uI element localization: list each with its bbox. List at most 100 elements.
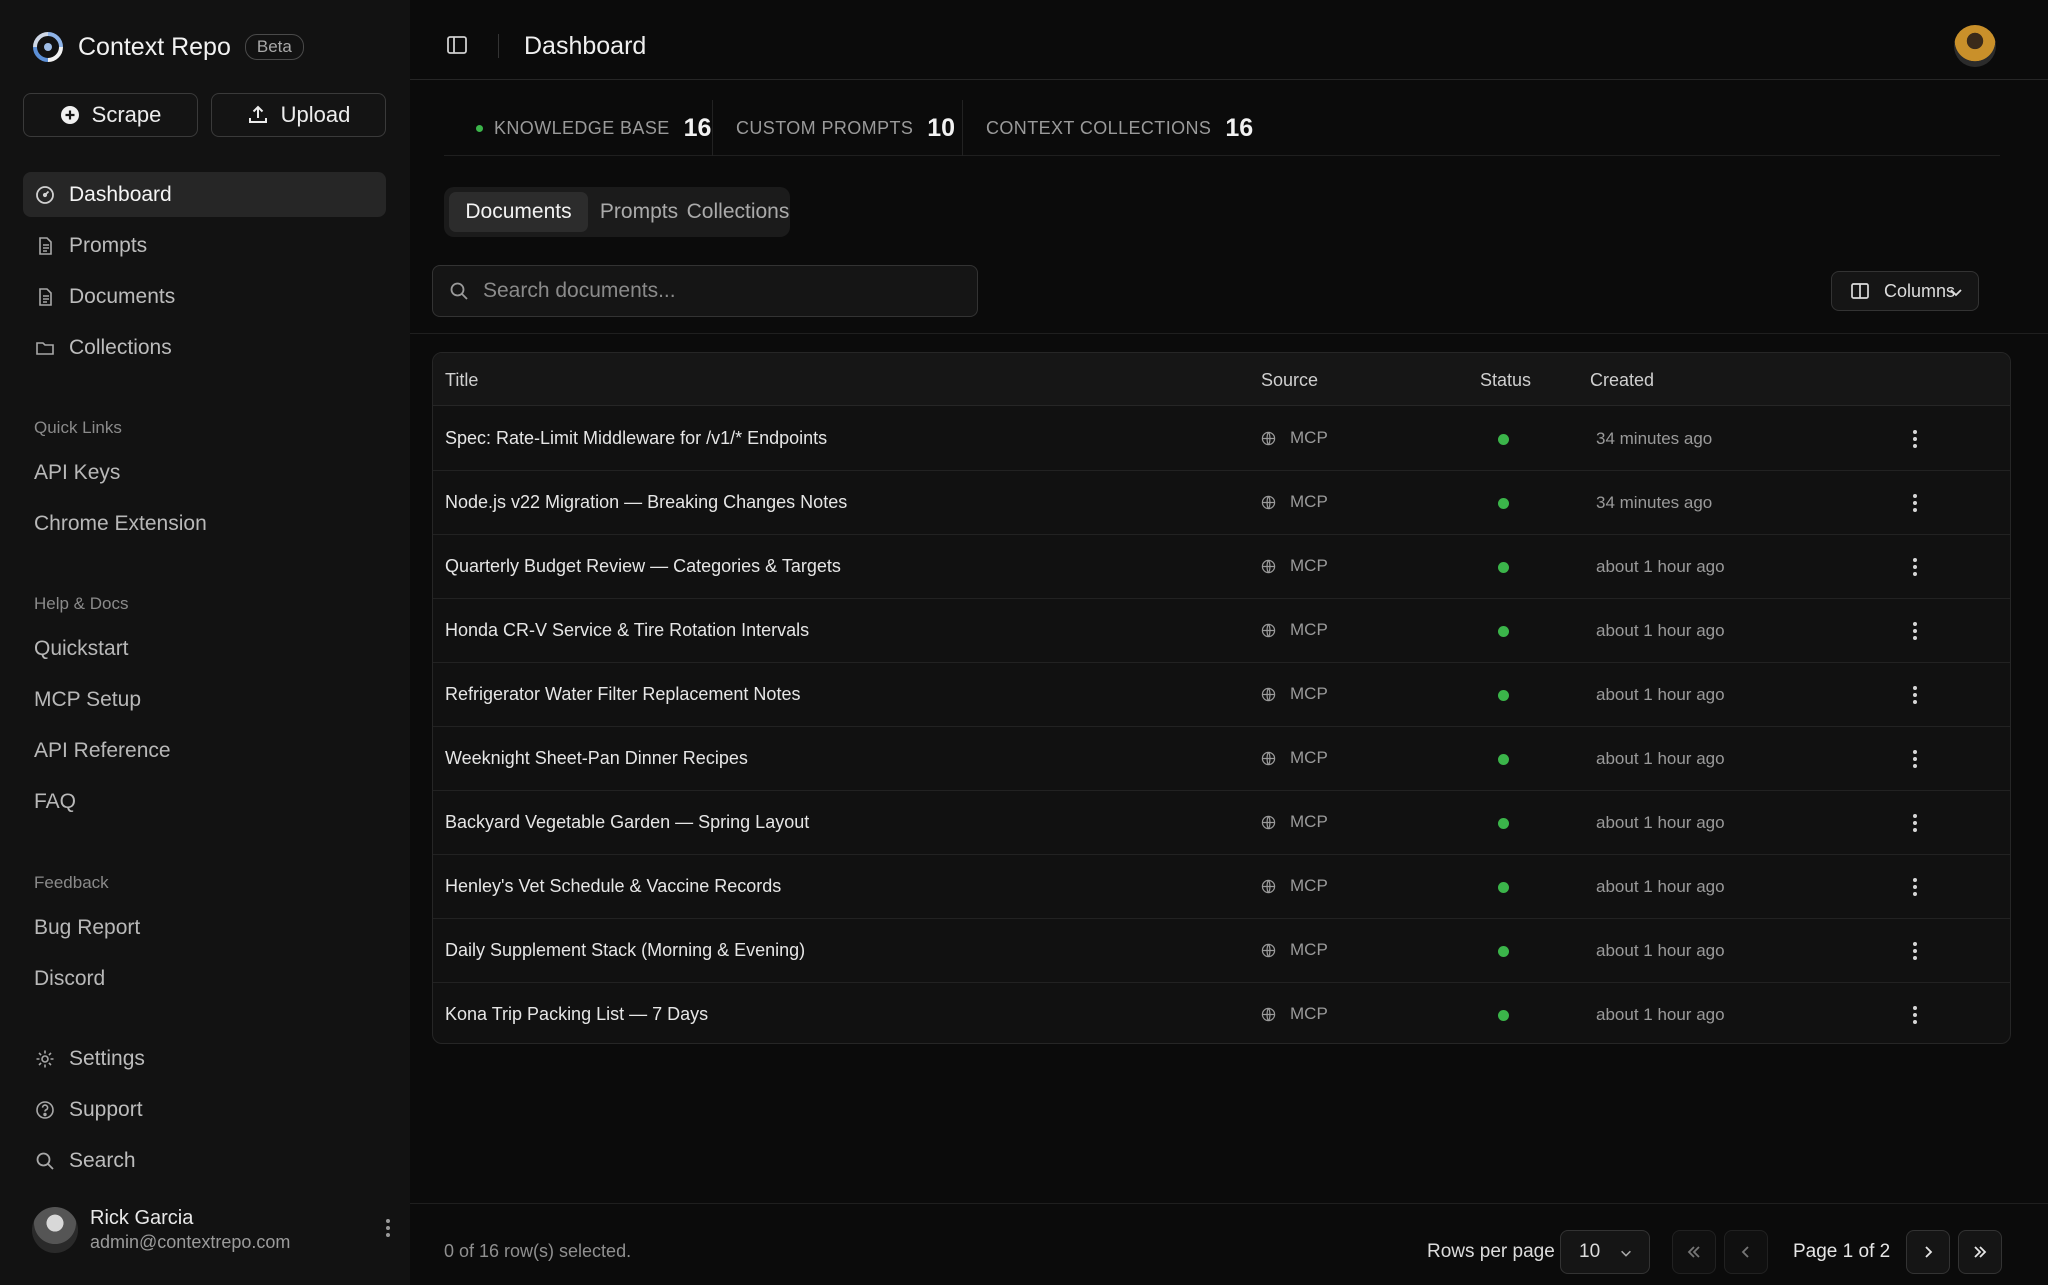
table-row[interactable]: Quarterly Budget Review — Categories & T… bbox=[433, 535, 2010, 599]
table-row[interactable]: Spec: Rate-Limit Middleware for /v1/* En… bbox=[433, 407, 2010, 471]
user-name: Rick Garcia bbox=[90, 1207, 194, 1229]
document-title[interactable]: Kona Trip Packing List — 7 Days bbox=[445, 1004, 708, 1025]
rows-per-page-select[interactable]: 10 bbox=[1560, 1230, 1650, 1274]
table-header: Title Source Status Created bbox=[433, 353, 2010, 406]
table-row[interactable]: Backyard Vegetable Garden — Spring Layou… bbox=[433, 791, 2010, 855]
more-vertical-icon[interactable] bbox=[1911, 556, 1919, 578]
more-vertical-icon[interactable] bbox=[1911, 492, 1919, 514]
tab-list: Documents Prompts Collections bbox=[444, 187, 790, 237]
status-badge bbox=[1498, 818, 1509, 829]
created-time: about 1 hour ago bbox=[1596, 749, 1725, 768]
more-vertical-icon[interactable] bbox=[384, 1217, 392, 1239]
tab-prompts[interactable]: Prompts bbox=[592, 192, 686, 232]
search-input[interactable] bbox=[483, 266, 963, 316]
stat-label: KNOWLEDGE BASE bbox=[494, 117, 670, 138]
status-badge bbox=[1498, 626, 1509, 637]
more-vertical-icon[interactable] bbox=[1911, 428, 1919, 450]
user-profile[interactable]: Rick Garcia admin@contextrepo.com bbox=[32, 1205, 392, 1255]
globe-icon bbox=[1261, 623, 1276, 637]
tab-collections[interactable]: Collections bbox=[687, 192, 790, 232]
link-api-keys[interactable]: API Keys bbox=[34, 461, 120, 485]
next-page-button[interactable] bbox=[1906, 1230, 1950, 1274]
document-title[interactable]: Quarterly Budget Review — Categories & T… bbox=[445, 556, 841, 577]
upload-icon bbox=[248, 105, 267, 123]
nav-label: Documents bbox=[69, 284, 176, 308]
table-row[interactable]: Honda CR-V Service & Tire Rotation Inter… bbox=[433, 599, 2010, 663]
divider bbox=[712, 100, 713, 156]
scrape-button[interactable]: Scrape bbox=[23, 93, 198, 137]
brand[interactable]: Context Repo Beta bbox=[32, 30, 304, 64]
more-vertical-icon[interactable] bbox=[1911, 748, 1919, 770]
globe-icon bbox=[1261, 431, 1276, 445]
nav-documents[interactable]: Documents bbox=[23, 274, 386, 319]
source-label: MCP bbox=[1290, 428, 1328, 447]
beta-badge: Beta bbox=[244, 34, 304, 60]
status-badge bbox=[1498, 562, 1509, 573]
nav-collections[interactable]: Collections bbox=[23, 325, 386, 370]
sidebar-toggle-icon[interactable] bbox=[446, 34, 468, 56]
nav-support[interactable]: Support bbox=[23, 1087, 386, 1132]
document-title[interactable]: Backyard Vegetable Garden — Spring Layou… bbox=[445, 812, 809, 833]
nav-search[interactable]: Search bbox=[23, 1138, 386, 1183]
columns-button[interactable]: Columns bbox=[1831, 271, 1979, 311]
avatar[interactable] bbox=[1954, 25, 1996, 67]
created-time: about 1 hour ago bbox=[1596, 557, 1725, 576]
status-badge bbox=[1498, 882, 1509, 893]
source-label: MCP bbox=[1290, 620, 1328, 639]
document-source: MCP bbox=[1261, 556, 1328, 576]
more-vertical-icon[interactable] bbox=[1911, 812, 1919, 834]
column-header-created[interactable]: Created bbox=[1590, 370, 1654, 391]
column-header-title[interactable]: Title bbox=[445, 370, 478, 391]
nav-dashboard[interactable]: Dashboard bbox=[23, 172, 386, 217]
source-label: MCP bbox=[1290, 684, 1328, 703]
nav-label: Settings bbox=[69, 1046, 145, 1070]
first-page-button[interactable] bbox=[1672, 1230, 1716, 1274]
link-discord[interactable]: Discord bbox=[34, 967, 105, 991]
link-chrome-extension[interactable]: Chrome Extension bbox=[34, 512, 207, 536]
file-text-icon bbox=[39, 287, 52, 306]
nav-prompts[interactable]: Prompts bbox=[23, 223, 386, 268]
more-vertical-icon[interactable] bbox=[1911, 1004, 1919, 1026]
upload-button[interactable]: Upload bbox=[211, 93, 386, 137]
table-row[interactable]: Kona Trip Packing List — 7 Days MCP about … bbox=[433, 983, 2010, 1043]
more-vertical-icon[interactable] bbox=[1911, 684, 1919, 706]
columns-label: Columns bbox=[1884, 280, 1956, 301]
section-help-docs: Help & Docs bbox=[34, 594, 129, 613]
document-title[interactable]: Spec: Rate-Limit Middleware for /v1/* En… bbox=[445, 428, 827, 449]
document-title[interactable]: Node.js v22 Migration — Breaking Changes… bbox=[445, 492, 847, 513]
more-vertical-icon[interactable] bbox=[1911, 876, 1919, 898]
status-badge bbox=[1498, 754, 1509, 765]
document-title[interactable]: Henley's Vet Schedule & Vaccine Records bbox=[445, 876, 781, 897]
table-row[interactable]: Daily Supplement Stack (Morning & Evenin… bbox=[433, 919, 2010, 983]
previous-page-button[interactable] bbox=[1724, 1230, 1768, 1274]
table-row[interactable]: Weeknight Sheet-Pan Dinner Recipes MCP abo… bbox=[433, 727, 2010, 791]
link-quickstart[interactable]: Quickstart bbox=[34, 637, 129, 661]
last-page-button[interactable] bbox=[1958, 1230, 2002, 1274]
document-title[interactable]: Daily Supplement Stack (Morning & Evenin… bbox=[445, 940, 805, 961]
document-title[interactable]: Weeknight Sheet-Pan Dinner Recipes bbox=[445, 748, 748, 769]
link-faq[interactable]: FAQ bbox=[34, 790, 76, 814]
chevron-left-icon bbox=[1741, 1246, 1749, 1258]
user-email: admin@contextrepo.com bbox=[90, 1232, 291, 1252]
created-time: about 1 hour ago bbox=[1596, 941, 1725, 960]
link-bug-report[interactable]: Bug Report bbox=[34, 916, 140, 940]
tab-documents[interactable]: Documents bbox=[449, 192, 588, 232]
document-source: MCP bbox=[1261, 620, 1328, 640]
more-vertical-icon[interactable] bbox=[1911, 940, 1919, 962]
table-row[interactable]: Node.js v22 Migration — Breaking Changes… bbox=[433, 471, 2010, 535]
document-title[interactable]: Refrigerator Water Filter Replacement No… bbox=[445, 684, 800, 705]
status-badge bbox=[1498, 946, 1509, 957]
globe-icon bbox=[1261, 559, 1276, 573]
upload-label: Upload bbox=[280, 102, 351, 127]
table-row[interactable]: Refrigerator Water Filter Replacement No… bbox=[433, 663, 2010, 727]
chevrons-left-icon bbox=[1687, 1246, 1700, 1258]
table-row[interactable]: Henley's Vet Schedule & Vaccine Records M… bbox=[433, 855, 2010, 919]
column-header-status[interactable]: Status bbox=[1480, 370, 1531, 391]
more-vertical-icon[interactable] bbox=[1911, 620, 1919, 642]
link-api-reference[interactable]: API Reference bbox=[34, 739, 171, 763]
document-title[interactable]: Honda CR-V Service & Tire Rotation Inter… bbox=[445, 620, 809, 641]
nav-settings[interactable]: Settings bbox=[23, 1036, 386, 1081]
column-header-source[interactable]: Source bbox=[1261, 370, 1318, 391]
nav-label: Support bbox=[69, 1097, 143, 1121]
link-mcp-setup[interactable]: MCP Setup bbox=[34, 688, 141, 712]
